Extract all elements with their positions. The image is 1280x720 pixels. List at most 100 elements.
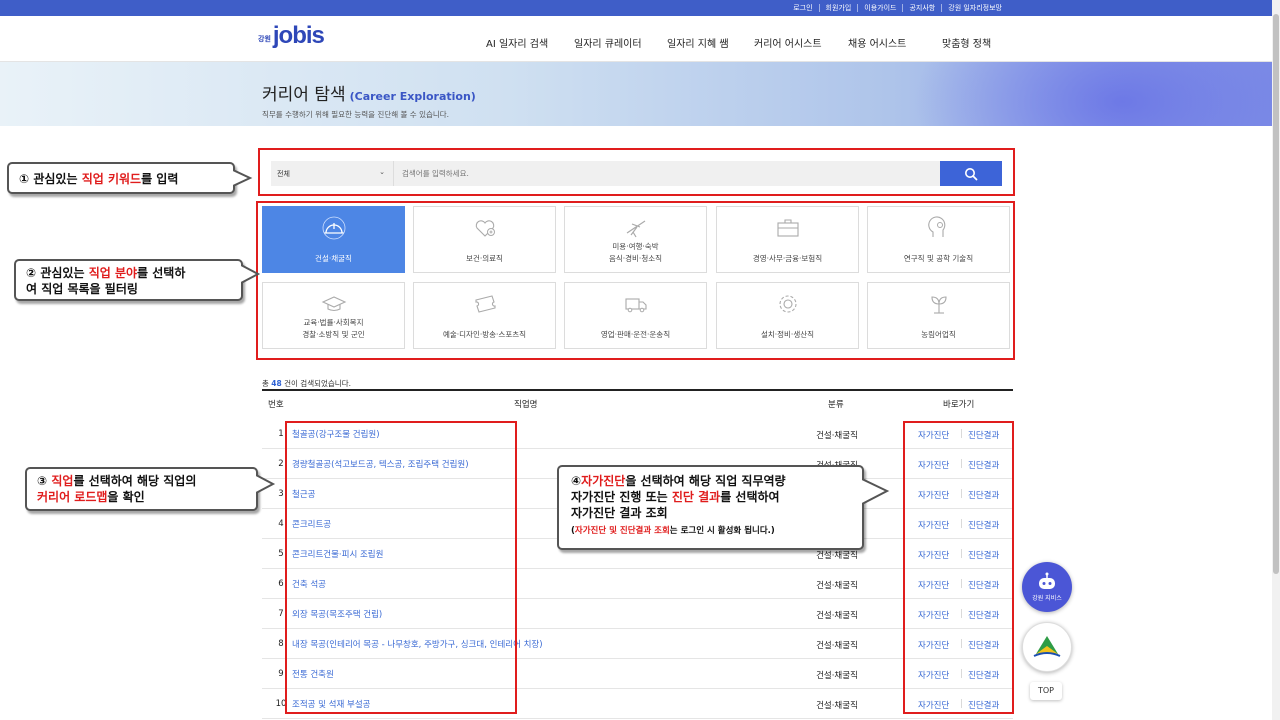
link-separator: | <box>960 549 963 559</box>
callout-highlight: 진단 결과 <box>671 490 721 504</box>
login-link[interactable]: 로그인 <box>787 4 818 12</box>
callout-job-select: ③ 직업를 선택하여 해당 직업의 커리어 로드맵을 확인 <box>25 467 258 511</box>
ai-assistant-button[interactable]: 강원 지비스 <box>1022 562 1072 612</box>
category-installation-production[interactable]: 설치·정비·생산직 <box>716 282 859 349</box>
page: 로그인 회원가입 이용가이드 공지사항 강원 일자리정보망 강원 jobis A… <box>0 0 1280 720</box>
nav-job-wisdom[interactable]: 일자리 지혜 쌤 <box>667 35 729 50</box>
search-input[interactable] <box>393 161 940 186</box>
briefcase-icon <box>777 219 799 237</box>
signup-link[interactable]: 회원가입 <box>818 4 858 12</box>
callout-text: 를 선택하여 해당 직업의 <box>73 474 197 488</box>
self-diagnosis-link[interactable]: 자가진단 <box>918 459 949 471</box>
job-name-link[interactable]: 철근공 <box>292 488 315 500</box>
search-scope-select[interactable]: 전체 ⌄ <box>271 161 393 186</box>
diagnosis-result-link[interactable]: 진단결과 <box>968 639 999 651</box>
search-scope-value: 전체 <box>277 170 290 178</box>
diagnosis-result-link[interactable]: 진단결과 <box>968 609 999 621</box>
result-count-suffix: 건이 검색되었습니다. <box>284 379 351 388</box>
callout-text: 자가진단 진행 또는 <box>571 490 672 504</box>
diagnosis-result-link[interactable]: 진단결과 <box>968 489 999 501</box>
category-label: 미용·여행·숙박 음식·경비·청소직 <box>608 242 663 263</box>
row-classification: 건설·채굴직 <box>816 551 858 561</box>
self-diagnosis-link[interactable]: 자가진단 <box>918 669 949 681</box>
site-header: 강원 jobis AI 일자리 검색 일자리 큐레이터 일자리 지혜 쌤 커리어… <box>0 16 1272 62</box>
row-classification: 건설·채굴직 <box>816 431 858 441</box>
category-business-finance[interactable]: 경영·사무·금융·보험직 <box>716 206 859 273</box>
callout-keyword: ① 관심있는 직업 키워드를 입력 <box>7 162 235 194</box>
category-label: 경영·사무·금융·보험직 <box>752 254 823 263</box>
category-construction[interactable]: 건설·채굴직 <box>262 206 405 273</box>
nav-custom-policy[interactable]: 맞춤형 정책 <box>942 35 991 50</box>
banner-glow <box>912 62 1272 126</box>
self-diagnosis-link[interactable]: 자가진단 <box>918 609 949 621</box>
gangwon-emblem-button[interactable] <box>1022 622 1072 672</box>
category-label: 예술·디자인·방송·스포츠직 <box>442 330 527 339</box>
category-label: 연구직 및 공학 기술직 <box>903 254 974 263</box>
link-separator: | <box>960 669 963 679</box>
self-diagnosis-link[interactable]: 자가진단 <box>918 699 949 711</box>
guide-link[interactable]: 이용가이드 <box>857 4 902 12</box>
self-diagnosis-link[interactable]: 자가진단 <box>918 639 949 651</box>
job-name-link[interactable]: 경량철골공(석고보드공, 텍스공, 조립주택 건립원) <box>292 458 469 470</box>
job-name-link[interactable]: 전통 건축원 <box>292 668 334 680</box>
job-name-link[interactable]: 건축 석공 <box>292 578 326 590</box>
job-name-link[interactable]: 외장 목공(목조주택 건립) <box>292 608 382 620</box>
job-name-link[interactable]: 내장 목공(인테리어 목공 - 나무창호, 주방가구, 싱크대, 인테리어 치장… <box>292 638 543 650</box>
site-logo[interactable]: 강원 jobis <box>258 22 325 50</box>
link-separator: | <box>960 579 963 589</box>
self-diagnosis-link[interactable]: 자가진단 <box>918 579 949 591</box>
job-name-link[interactable]: 조적공 및 석재 부설공 <box>292 698 371 710</box>
self-diagnosis-link[interactable]: 자가진단 <box>918 519 949 531</box>
link-separator: | <box>960 639 963 649</box>
airplane-icon <box>626 220 646 238</box>
scroll-top-button[interactable]: TOP <box>1030 682 1062 700</box>
callout-highlight: 직업 <box>51 474 74 488</box>
job-name-link[interactable]: 철골공(강구조물 건립원) <box>292 428 380 440</box>
category-health[interactable]: 보건·의료직 <box>413 206 556 273</box>
job-name-link[interactable]: 콘크리트공 <box>292 518 331 530</box>
nav-career-assist[interactable]: 커리어 어시스트 <box>754 35 822 50</box>
callout-text: ① 관심있는 <box>19 172 82 186</box>
diagnosis-result-link[interactable]: 진단결과 <box>968 519 999 531</box>
row-classification: 건설·채굴직 <box>816 701 858 711</box>
diagnosis-result-link[interactable]: 진단결과 <box>968 459 999 471</box>
gangwon-jobs-link[interactable]: 강원 일자리정보망 <box>941 4 1008 12</box>
callout-text: 를 선택하 <box>137 266 186 280</box>
callout-highlight: 직업 키워드 <box>81 172 142 186</box>
graduation-cap-icon <box>321 296 347 312</box>
notice-link[interactable]: 공지사항 <box>902 4 941 12</box>
diagnosis-result-link[interactable]: 진단결과 <box>968 669 999 681</box>
category-beauty-travel[interactable]: 미용·여행·숙박 음식·경비·청소직 <box>564 206 707 273</box>
category-agriculture[interactable]: 농림어업직 <box>867 282 1010 349</box>
search-button[interactable] <box>940 161 1002 186</box>
self-diagnosis-link[interactable]: 자가진단 <box>918 489 949 501</box>
self-diagnosis-link[interactable]: 자가진단 <box>918 429 949 441</box>
table-row: 6 건축 석공 건설·채굴직 자가진단 | 진단결과 <box>262 569 1013 599</box>
page-scrollbar[interactable] <box>1272 0 1280 720</box>
nav-ai-job-search[interactable]: AI 일자리 검색 <box>486 35 548 50</box>
scrollbar-thumb[interactable] <box>1273 14 1279 574</box>
row-classification: 건설·채굴직 <box>816 641 858 651</box>
page-title-en: (Career Exploration) <box>349 90 476 103</box>
header-job-name: 직업명 <box>514 400 538 410</box>
category-education-law[interactable]: 교육·법률·사회복지 경찰·소방직 및 군인 <box>262 282 405 349</box>
nav-hiring-assist[interactable]: 채용 어시스트 <box>848 35 906 50</box>
callout-arrow <box>233 169 253 187</box>
robot-icon <box>1039 572 1055 589</box>
diagnosis-result-link[interactable]: 진단결과 <box>968 699 999 711</box>
callout-note: 는 로그인 시 활성화 됩니다.) <box>669 526 775 536</box>
table-row: 1 철골공(강구조물 건립원) 건설·채굴직 자가진단 | 진단결과 <box>262 419 1013 449</box>
row-classification: 건설·채굴직 <box>816 671 858 681</box>
row-classification: 건설·채굴직 <box>816 581 858 591</box>
diagnosis-result-link[interactable]: 진단결과 <box>968 579 999 591</box>
page-title: 커리어 탐색 (Career Exploration) <box>262 80 476 105</box>
self-diagnosis-link[interactable]: 자가진단 <box>918 549 949 561</box>
job-name-link[interactable]: 콘크리트건물·피시 조립원 <box>292 548 383 560</box>
diagnosis-result-link[interactable]: 진단결과 <box>968 549 999 561</box>
category-arts-sports[interactable]: 예술·디자인·방송·스포츠직 <box>413 282 556 349</box>
nav-job-curator[interactable]: 일자리 큐레이터 <box>574 35 642 50</box>
category-sales-transport[interactable]: 영업·판매·운전·운송직 <box>564 282 707 349</box>
category-research-engineering[interactable]: 연구직 및 공학 기술직 <box>867 206 1010 273</box>
table-top-border <box>262 389 1013 391</box>
diagnosis-result-link[interactable]: 진단결과 <box>968 429 999 441</box>
